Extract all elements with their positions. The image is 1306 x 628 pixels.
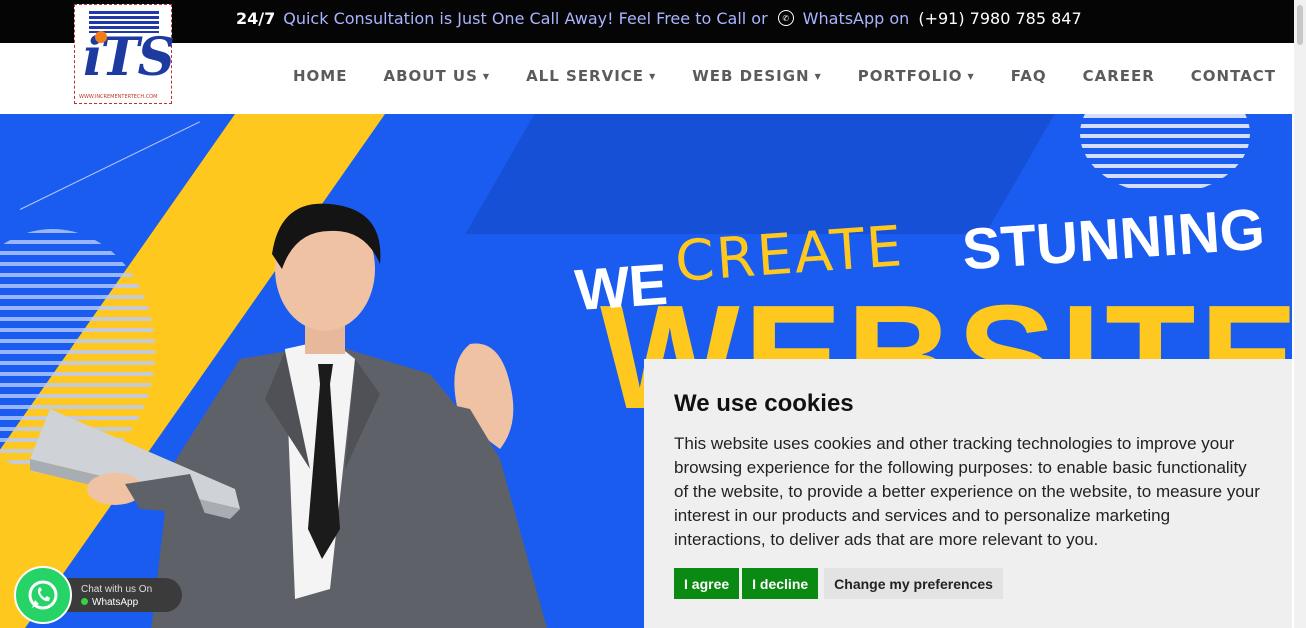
cookie-description: This website uses cookies and other trac…: [674, 434, 1260, 549]
nav-portfolio[interactable]: PORTFOLIO ▼: [858, 67, 975, 85]
nav-web-design[interactable]: WEB DESIGN ▼: [692, 67, 822, 85]
whatsapp-icon[interactable]: [14, 566, 72, 624]
nav-about-us[interactable]: ABOUT US ▼: [383, 67, 490, 85]
whatsapp-label[interactable]: WhatsApp on: [803, 9, 910, 28]
online-dot-icon: [81, 598, 88, 605]
nav-contact[interactable]: CONTACT: [1191, 67, 1276, 85]
nav-faq[interactable]: FAQ: [1011, 67, 1047, 85]
nav-all-service[interactable]: ALL SERVICE ▼: [526, 67, 656, 85]
change-preferences-button[interactable]: Change my preferences: [824, 568, 1003, 599]
whatsapp-phone-glyph: [28, 580, 58, 610]
whatsapp-icon: ✆: [777, 10, 794, 26]
consultation-message: Quick Consultation is Just One Call Away…: [283, 8, 768, 28]
hours-label: 24/7: [236, 8, 276, 28]
whatsapp-text: WhatsApp: [92, 597, 139, 608]
nav-home[interactable]: HOME: [293, 67, 347, 85]
caret-down-icon: ▼: [649, 71, 657, 81]
hero-striped-circle-right: [1080, 114, 1250, 194]
caret-down-icon: ▼: [814, 71, 822, 81]
caret-down-icon: ▼: [482, 71, 491, 81]
hero-stunning-text: STUNNING: [960, 196, 1267, 283]
scrollbar-thumb[interactable]: [1297, 5, 1303, 45]
cookie-title: We use cookies: [674, 390, 854, 417]
nav-career[interactable]: CAREER: [1083, 67, 1155, 85]
page-scrollbar[interactable]: [1294, 0, 1306, 628]
caret-down-icon: ▼: [967, 71, 975, 81]
cookie-buttons: I agree I decline Change my preferences: [674, 568, 1006, 599]
hero-person-illustration: [30, 203, 547, 628]
logo-tagline: WWW.INCREMENTERTECH.COM: [79, 94, 158, 100]
chat-with-us-text: Chat with us On: [81, 584, 153, 595]
site-logo[interactable]: iTS WWW.INCREMENTERTECH.COM: [74, 4, 175, 104]
phone-number[interactable]: (+91) 7980 785 847: [918, 9, 1081, 28]
main-navbar: HOME ABOUT US ▼ ALL SERVICE ▼ WEB DESIGN ▼ …: [0, 43, 1294, 114]
logo-dot: [95, 31, 107, 43]
whatsapp-text-row: WhatsApp: [81, 597, 138, 608]
agree-button[interactable]: I agree: [674, 568, 740, 599]
top-bar-content: 24/7 Quick Consultation is Just One Call…: [236, 0, 1082, 36]
nav-menu: HOME ABOUT US ▼ ALL SERVICE ▼ WEB DESIGN ▼ …: [275, 43, 1294, 109]
cookie-consent-panel: We use cookies This website uses cookies…: [644, 359, 1292, 628]
top-bar: 24/7 Quick Consultation is Just One Call…: [0, 0, 1294, 43]
whatsapp-chat-label[interactable]: Chat with us On WhatsApp: [66, 578, 182, 612]
decline-button[interactable]: I decline: [742, 568, 819, 599]
